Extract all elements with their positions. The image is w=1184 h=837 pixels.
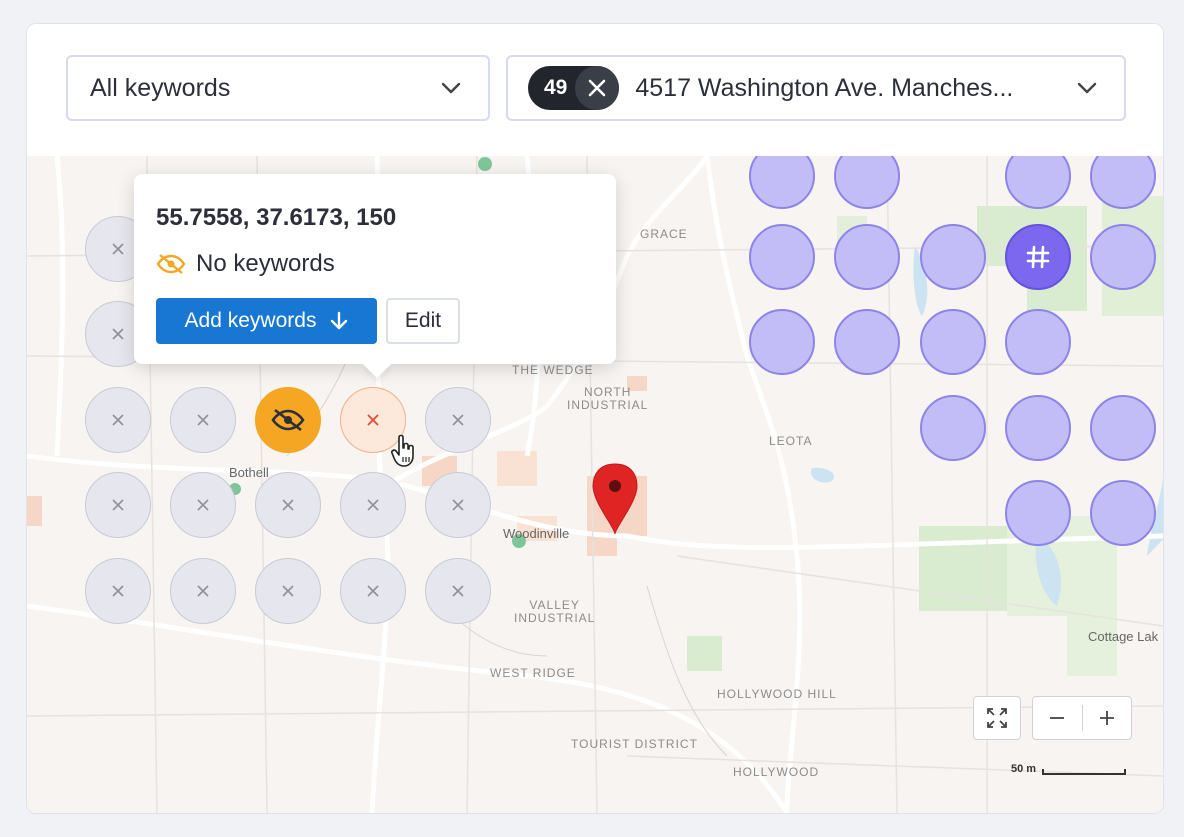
grid-point[interactable] (920, 395, 986, 461)
grid-point[interactable] (1005, 309, 1071, 375)
close-icon (112, 328, 124, 340)
grid-point[interactable] (170, 387, 236, 453)
clear-location-button[interactable] (575, 66, 620, 110)
grid-point[interactable] (425, 387, 491, 453)
zoom-out-button[interactable] (1033, 697, 1082, 739)
main-card: All keywords 49 4517 Washington Ave. Man… (26, 23, 1164, 814)
grid-point[interactable] (920, 309, 986, 375)
arrow-down-icon (331, 311, 348, 330)
location-select-value: 4517 Washington Ave. Manches... (635, 73, 1014, 102)
map-label-cottage-lake: Cottage Lak (1088, 629, 1159, 644)
chevron-down-icon (441, 82, 461, 94)
add-keywords-button[interactable]: Add keywords (156, 298, 377, 344)
map-view[interactable]: GRACE THE WEDGE NORTH INDUSTRIAL LEOTA V… (27, 156, 1163, 813)
grid-point[interactable] (1005, 480, 1071, 546)
edit-button[interactable]: Edit (386, 298, 460, 344)
zoom-control (1032, 696, 1132, 740)
close-icon (112, 414, 124, 426)
close-icon (282, 585, 294, 597)
eye-off-icon (156, 254, 186, 274)
grid-point[interactable] (170, 472, 236, 538)
grid-point[interactable] (834, 224, 900, 290)
grid-point[interactable] (1090, 480, 1156, 546)
close-icon (452, 499, 464, 511)
zoom-in-button[interactable] (1083, 697, 1132, 739)
add-keywords-label: Add keywords (184, 309, 317, 332)
map-label-grace: GRACE (640, 227, 688, 241)
chevron-down-icon (1077, 82, 1097, 94)
close-icon (112, 243, 124, 255)
expand-icon (987, 708, 1007, 728)
close-icon (452, 585, 464, 597)
map-scale-bar (1042, 769, 1127, 775)
keyword-select[interactable]: All keywords (66, 55, 490, 121)
close-icon (367, 585, 379, 597)
fullscreen-button[interactable] (973, 696, 1021, 740)
location-count: 49 (544, 76, 568, 99)
close-icon (197, 585, 209, 597)
map-scale: 50 m (1011, 763, 1127, 775)
grid-point[interactable] (255, 558, 321, 624)
map-label-north-industrial: NORTH INDUSTRIAL (567, 385, 649, 412)
grid-point[interactable] (85, 558, 151, 624)
map-label-wedge: THE WEDGE (512, 363, 594, 377)
plus-icon (1099, 711, 1114, 725)
map-label-west-ridge: WEST RIDGE (490, 666, 576, 680)
grid-point[interactable] (749, 309, 815, 375)
close-icon (367, 499, 379, 511)
map-label-hollywood-hill: HOLLYWOOD HILL (717, 687, 837, 701)
map-label-leota: LEOTA (769, 434, 813, 448)
close-icon (367, 414, 379, 426)
grid-point[interactable] (425, 472, 491, 538)
tooltip-status: No keywords (156, 250, 335, 278)
map-label-valley-industrial: VALLEY INDUSTRIAL (514, 598, 596, 625)
close-icon (112, 585, 124, 597)
close-icon (589, 79, 606, 97)
grid-point[interactable] (340, 558, 406, 624)
grid-point[interactable] (1090, 395, 1156, 461)
grid-point-tooltip: 55.7558, 37.6173, 150 No keywords Add ke… (134, 174, 616, 364)
keyword-select-value: All keywords (90, 73, 231, 102)
grid-point[interactable] (749, 224, 815, 290)
grid-point-no-keywords[interactable] (255, 387, 321, 453)
tooltip-coordinates: 55.7558, 37.6173, 150 (156, 204, 397, 231)
grid-point[interactable] (255, 472, 321, 538)
grid-point[interactable] (920, 224, 986, 290)
grid-point[interactable] (170, 558, 236, 624)
grid-point[interactable] (340, 472, 406, 538)
close-icon (282, 499, 294, 511)
map-label-woodinville: Woodinville (503, 526, 570, 541)
map-label-tourist-district: TOURIST DISTRICT (571, 737, 698, 751)
grid-point[interactable] (85, 387, 151, 453)
location-count-chip: 49 (528, 66, 620, 110)
eye-off-icon (271, 408, 305, 432)
grid-point-selected[interactable] (1005, 224, 1071, 290)
map-label-bothell: Bothell (229, 465, 269, 480)
grid-point[interactable] (834, 309, 900, 375)
hash-icon (1026, 245, 1050, 269)
close-icon (452, 414, 464, 426)
minus-icon (1050, 717, 1065, 719)
map-label-hollywood: HOLLYWOOD (733, 765, 820, 779)
grid-point[interactable] (425, 558, 491, 624)
grid-point[interactable] (85, 472, 151, 538)
grid-point[interactable] (1005, 395, 1071, 461)
grid-point[interactable] (1090, 224, 1156, 290)
filter-toolbar: All keywords 49 4517 Washington Ave. Man… (27, 24, 1163, 156)
hand-cursor-icon (391, 434, 414, 467)
location-select[interactable]: 49 4517 Washington Ave. Manches... (506, 55, 1126, 121)
map-scale-label: 50 m (1011, 763, 1037, 775)
close-icon (112, 499, 124, 511)
close-icon (197, 414, 209, 426)
tooltip-status-label: No keywords (196, 250, 335, 277)
close-icon (197, 499, 209, 511)
